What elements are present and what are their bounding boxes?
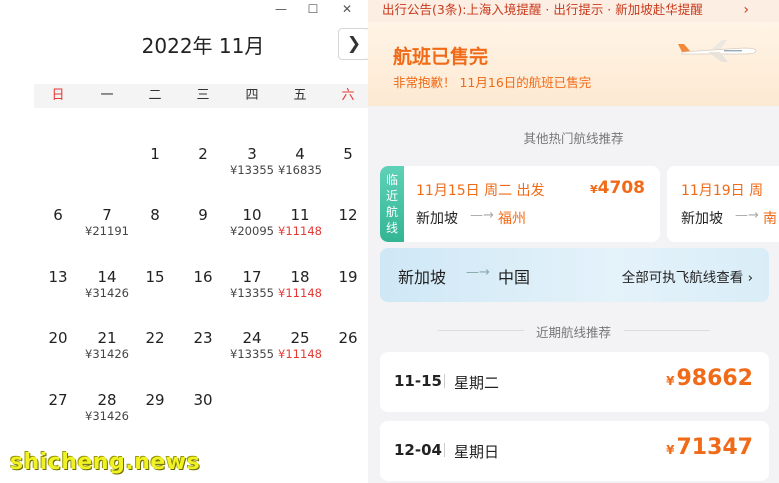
route-card-price: ¥4708: [590, 178, 645, 198]
divider: [444, 374, 445, 388]
next-month-button[interactable]: ❯: [338, 28, 370, 60]
close-icon[interactable]: ✕: [336, 1, 358, 17]
route-card-fuzhou[interactable]: 临 近 航 线 11月15日 周二 出发 ¥4708 新加坡 —→ 福州: [380, 166, 660, 242]
notice-chevron-icon[interactable]: ›: [743, 0, 749, 20]
watermark: shicheng.news: [10, 450, 201, 475]
day-price: ¥16835: [278, 163, 322, 177]
recent-route-row[interactable]: 12-04 星期日 ¥71347: [380, 421, 769, 481]
day-price: ¥11148: [278, 347, 322, 361]
soldout-subtitle: 非常抱歉！ 11月16日的航班已售完: [393, 75, 592, 90]
day-price: ¥31426: [85, 286, 129, 300]
recent-routes-heading: 近期航线推荐: [535, 325, 611, 340]
weekday-label: 一: [100, 88, 114, 103]
chevron-right-icon: ❯: [346, 33, 362, 54]
recent-route-row[interactable]: 11-15 星期二 ¥98662: [380, 352, 769, 412]
day-price: ¥11148: [278, 224, 322, 238]
route-card-to: 福州: [498, 211, 526, 227]
row-date: 11-15: [394, 372, 442, 390]
day-number: 30: [193, 391, 213, 409]
weekday-label: 四: [245, 88, 259, 103]
divider: [444, 443, 445, 457]
day-price: ¥21191: [85, 224, 129, 238]
weekday-label: 五: [293, 88, 307, 103]
day-price: ¥31426: [85, 409, 129, 423]
banner-to: 中国: [498, 268, 531, 287]
airplane-icon: [678, 40, 757, 62]
minimize-icon[interactable]: —: [270, 1, 292, 17]
row-weekday: 星期日: [454, 443, 500, 461]
weekday-label: 六: [341, 88, 355, 103]
calendar-day[interactable]: 30: [168, 391, 238, 409]
all-routes-banner[interactable]: 新加坡 —→ 中国 全部可执飞航线查看 ›: [380, 248, 769, 302]
route-card-partial[interactable]: 11月19日 周 新加坡 —→ 南: [667, 166, 779, 242]
maximize-icon[interactable]: ☐: [302, 1, 324, 17]
weekday-label: 三: [196, 88, 210, 103]
notice-text: 出行公告(3条):上海入境提醒 · 出行提示 · 新加坡赴华提醒: [382, 2, 703, 17]
route-arrow-icon: —→: [470, 208, 494, 223]
route-arrow-icon: —→: [735, 208, 759, 223]
banner-from: 新加坡: [398, 268, 447, 287]
view-all-routes-link[interactable]: 全部可执飞航线查看 ›: [622, 266, 753, 286]
day-price: ¥31426: [85, 347, 129, 361]
calendar-window: — ☐ ✕ 2022年 11月 ❯ 日一二三四五六 1 2 3 ¥13355 4 ¥168…: [0, 0, 370, 483]
route-card-to: 南: [763, 211, 777, 227]
hot-routes-heading: 其他热门航线推荐: [523, 131, 624, 146]
route-card-date: 11月15日 周二 出发: [416, 183, 545, 199]
row-date: 12-04: [394, 441, 442, 459]
row-price: ¥71347: [666, 435, 753, 460]
row-price: ¥98662: [666, 366, 753, 391]
travel-notice-bar[interactable]: 出行公告(3条):上海入境提醒 · 出行提示 · 新加坡赴华提醒: [368, 0, 779, 22]
route-card-from: 新加坡: [416, 211, 458, 227]
route-card-date: 11月19日 周: [681, 183, 764, 199]
route-card-from: 新加坡: [681, 211, 723, 227]
day-price: ¥11148: [278, 286, 322, 300]
flight-app-panel: 出行公告(3条):上海入境提醒 · 出行提示 · 新加坡赴华提醒 › 航班已售完…: [368, 0, 779, 483]
banner-arrow-icon: —→: [466, 265, 490, 280]
soldout-banner: 航班已售完 非常抱歉！ 11月16日的航班已售完: [368, 22, 779, 106]
row-weekday: 星期二: [454, 374, 500, 392]
nearby-route-tag: 临 近 航 线: [380, 166, 404, 242]
weekday-label: 日: [51, 88, 65, 103]
soldout-title: 航班已售完: [393, 46, 489, 68]
weekday-label: 二: [148, 88, 162, 103]
